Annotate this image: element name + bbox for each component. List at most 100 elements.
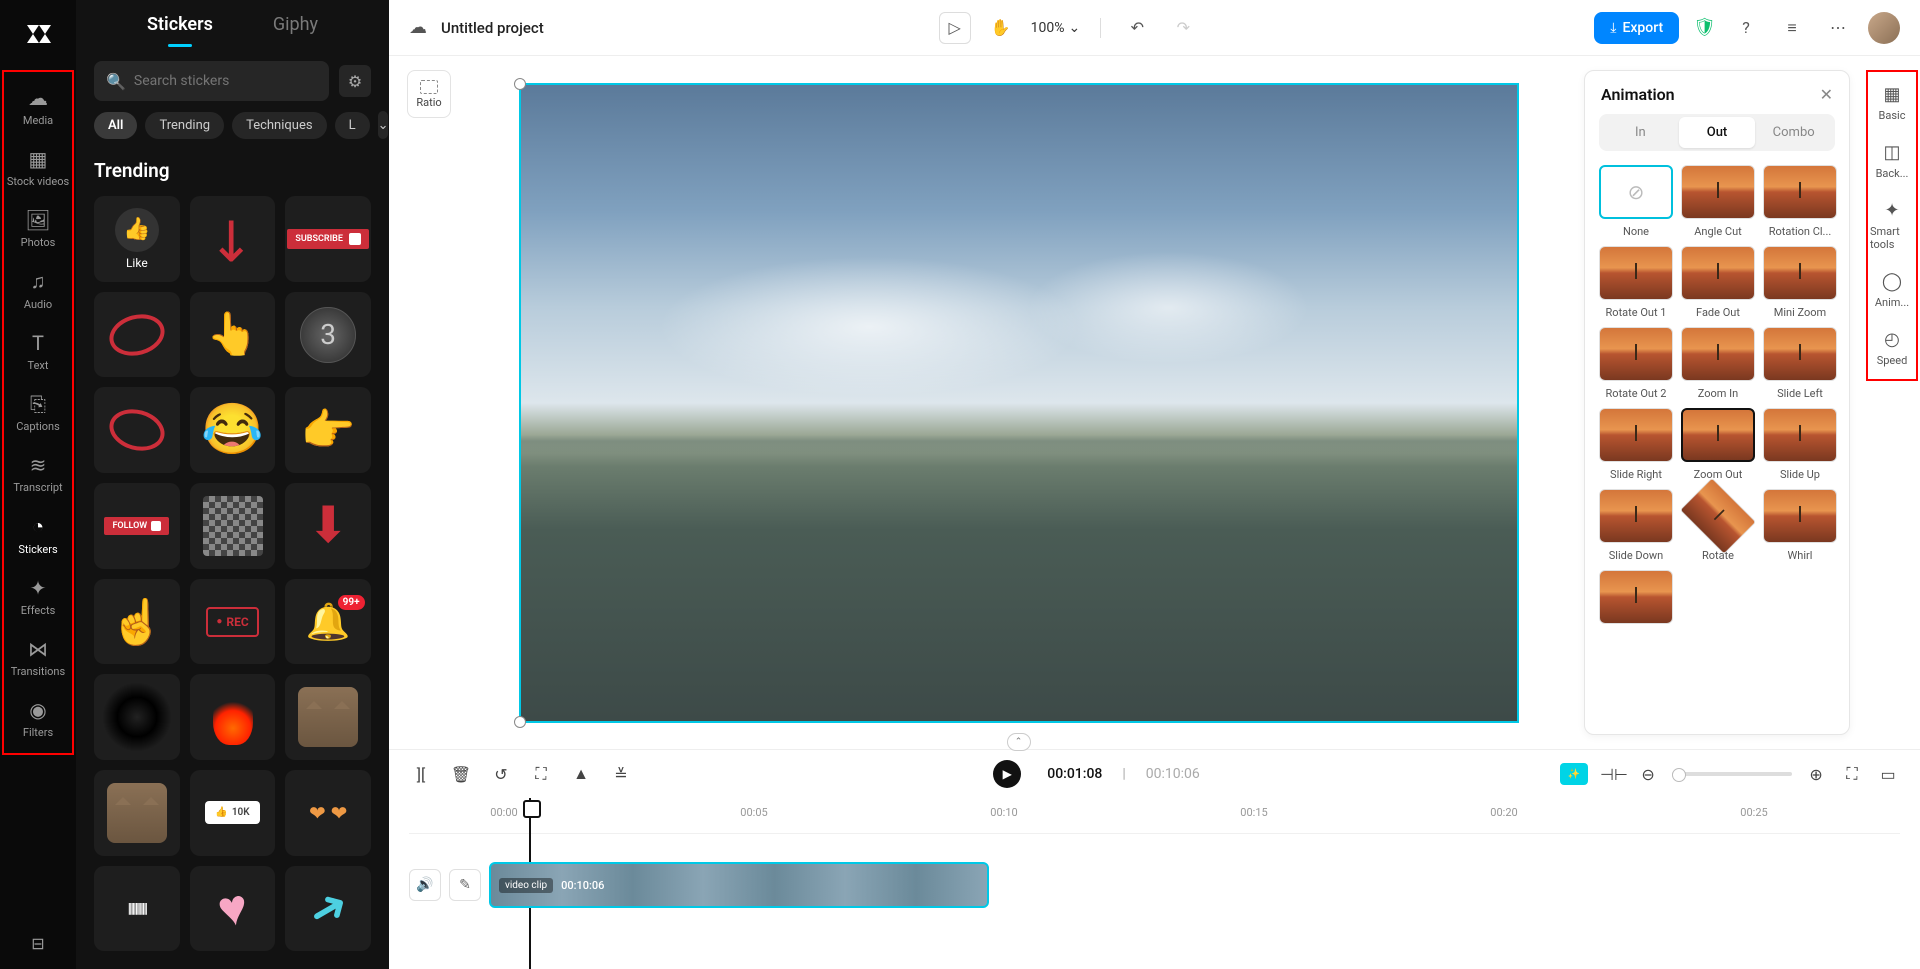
- nav-stickers[interactable]: ◔Stickers: [6, 504, 70, 566]
- anim-slide-left[interactable]: Slide Left: [1763, 327, 1837, 400]
- nav-photos[interactable]: 🖼Photos: [6, 198, 70, 259]
- sticker-cat-2[interactable]: [94, 770, 180, 856]
- nav-collapse[interactable]: ⊟: [6, 934, 70, 953]
- shield-icon[interactable]: 🛡: [1693, 17, 1716, 38]
- adjust-tool[interactable]: ≚: [609, 765, 633, 784]
- sticker-like-bar[interactable]: 👍 10K: [190, 770, 276, 856]
- zoom-in-timeline[interactable]: ⊕: [1804, 765, 1828, 784]
- sticker-burst[interactable]: [94, 674, 180, 760]
- chip-trending[interactable]: Trending: [145, 112, 224, 139]
- anim-slide-up[interactable]: Slide Up: [1763, 408, 1837, 481]
- zoom-slider[interactable]: [1672, 772, 1792, 776]
- fullscreen-timeline[interactable]: ▭: [1876, 765, 1900, 784]
- resize-handle-top-left[interactable]: [514, 78, 526, 90]
- sticker-like[interactable]: 👍Like: [94, 196, 180, 282]
- nav-transitions[interactable]: ⋈Transitions: [6, 627, 70, 688]
- play-button[interactable]: ▶: [993, 760, 1021, 788]
- tab-giphy[interactable]: Giphy: [273, 14, 318, 47]
- rail-speed[interactable]: ◴Speed: [1870, 321, 1914, 375]
- sticker-red-arrow[interactable]: ↘: [190, 196, 276, 282]
- anim-rotate[interactable]: Rotate: [1681, 489, 1755, 562]
- nav-stock-videos[interactable]: ▦Stock videos: [6, 137, 70, 198]
- rail-smart-tools[interactable]: ✦Smart tools: [1870, 192, 1914, 259]
- nav-text[interactable]: TText: [6, 321, 70, 382]
- fit-timeline[interactable]: ⛶: [1840, 764, 1864, 784]
- split-tool[interactable]: ][: [409, 765, 433, 784]
- anim-tab-in[interactable]: In: [1602, 117, 1679, 148]
- delete-tool[interactable]: 🗑: [449, 765, 473, 784]
- magnet-tool[interactable]: ⊣⊢: [1600, 765, 1624, 784]
- sticker-countdown[interactable]: 3: [285, 292, 371, 378]
- canvas-stage[interactable]: ⌃: [453, 56, 1584, 749]
- sticker-checker[interactable]: [190, 483, 276, 569]
- sticker-cursor[interactable]: ☝: [94, 579, 180, 665]
- undo-button[interactable]: ↶: [1121, 12, 1153, 44]
- mute-track-button[interactable]: 🔊: [409, 869, 441, 901]
- timeline[interactable]: 00:00 00:05 00:10 00:15 00:20 00:25 🔊 ✎ …: [389, 798, 1920, 969]
- mirror-tool[interactable]: ▲: [569, 764, 593, 784]
- sticker-hearts[interactable]: ❤ ❤: [285, 770, 371, 856]
- sticker-heart[interactable]: ♥: [190, 866, 276, 952]
- anim-rotate-out-1[interactable]: Rotate Out 1: [1599, 246, 1673, 319]
- anim-extra[interactable]: [1599, 570, 1673, 624]
- timeline-ruler[interactable]: 00:00 00:05 00:10 00:15 00:20 00:25: [409, 798, 1900, 834]
- sticker-red-oval[interactable]: [94, 387, 180, 473]
- anim-angle-cut[interactable]: Angle Cut: [1681, 165, 1755, 238]
- user-avatar[interactable]: [1868, 12, 1900, 44]
- sticker-subscribe[interactable]: SUBSCRIBE: [285, 196, 371, 282]
- anim-fade-out[interactable]: Fade Out: [1681, 246, 1755, 319]
- sticker-rec[interactable]: REC: [190, 579, 276, 665]
- anim-zoom-out[interactable]: Zoom Out: [1681, 408, 1755, 481]
- resize-handle-bottom-left[interactable]: [514, 716, 526, 728]
- zoom-out-timeline[interactable]: ⊖: [1636, 765, 1660, 784]
- sticker-pointer-hand[interactable]: 👆: [190, 292, 276, 378]
- cloud-icon[interactable]: ☁: [409, 17, 427, 38]
- sticker-red-circle[interactable]: [94, 292, 180, 378]
- rail-animation[interactable]: ◯Anim...: [1870, 263, 1914, 317]
- ai-badge[interactable]: ✨: [1560, 763, 1588, 785]
- export-button[interactable]: ⤓Export: [1594, 12, 1679, 44]
- nav-captions[interactable]: ⎘Captions: [6, 382, 70, 443]
- anim-zoom-in[interactable]: Zoom In: [1681, 327, 1755, 400]
- search-input[interactable]: [134, 73, 317, 89]
- filter-button[interactable]: ⚙: [339, 65, 371, 97]
- video-clip[interactable]: video clip 00:10:06: [489, 862, 989, 908]
- zoom-control[interactable]: 100% ⌄: [1031, 20, 1081, 36]
- pointer-tool[interactable]: ▷: [939, 12, 971, 44]
- rotate-left-tool[interactable]: ↺: [489, 765, 513, 784]
- anim-rotate-out-2[interactable]: Rotate Out 2: [1599, 327, 1673, 400]
- nav-transcript[interactable]: ≋Transcript: [6, 443, 70, 504]
- app-logo[interactable]: [16, 12, 60, 56]
- sticker-follow[interactable]: FOLLOW: [94, 483, 180, 569]
- sticker-fire[interactable]: [190, 674, 276, 760]
- layers-button[interactable]: ≡: [1776, 12, 1808, 44]
- canvas-knob[interactable]: ⌃: [1007, 733, 1031, 751]
- project-title[interactable]: Untitled project: [441, 19, 544, 37]
- nav-effects[interactable]: ✦Effects: [6, 566, 70, 627]
- redo-button[interactable]: ↷: [1167, 12, 1199, 44]
- nav-media[interactable]: ☁Media: [6, 76, 70, 137]
- rail-basic[interactable]: ▦Basic: [1870, 76, 1914, 130]
- anim-rotation-cl[interactable]: Rotation Cl...: [1763, 165, 1837, 238]
- hand-tool[interactable]: ✋: [985, 12, 1017, 44]
- edit-track-button[interactable]: ✎: [449, 869, 481, 901]
- anim-slide-right[interactable]: Slide Right: [1599, 408, 1673, 481]
- more-button[interactable]: ⋯: [1822, 12, 1854, 44]
- chip-more[interactable]: ⌄: [378, 111, 389, 139]
- close-panel-icon[interactable]: ✕: [1820, 85, 1833, 104]
- chip-partial[interactable]: L: [335, 112, 370, 139]
- sticker-point-right[interactable]: 👉: [285, 387, 371, 473]
- sticker-soundwave[interactable]: |||||||||||||: [94, 866, 180, 952]
- chip-all[interactable]: All: [94, 112, 137, 139]
- tab-stickers[interactable]: Stickers: [147, 14, 213, 47]
- anim-tab-out[interactable]: Out: [1679, 117, 1756, 148]
- anim-slide-down[interactable]: Slide Down: [1599, 489, 1673, 562]
- search-input-wrap[interactable]: 🔍: [94, 61, 329, 101]
- anim-none[interactable]: ⊘None: [1599, 165, 1673, 238]
- anim-mini-zoom[interactable]: Mini Zoom: [1763, 246, 1837, 319]
- video-frame[interactable]: [519, 83, 1519, 723]
- nav-audio[interactable]: ♫Audio: [6, 259, 70, 321]
- sticker-bell[interactable]: 🔔99+: [285, 579, 371, 665]
- sticker-arrow-cyan[interactable]: ➜: [285, 866, 371, 952]
- sticker-down-arrow[interactable]: ⬇: [285, 483, 371, 569]
